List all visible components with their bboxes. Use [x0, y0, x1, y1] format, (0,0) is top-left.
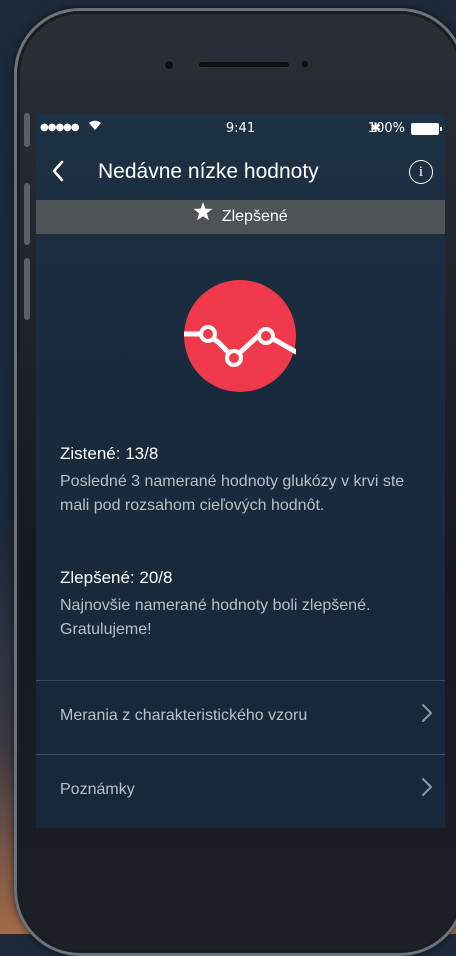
battery-icon — [411, 123, 442, 135]
detected-text: Posledné 3 namerané hodnoty glukózy v kr… — [60, 473, 405, 514]
navigation-bar: Nedávne nízke hodnoty i — [36, 154, 445, 194]
front-camera — [163, 59, 175, 71]
chevron-right-icon — [421, 703, 433, 729]
back-chevron-icon[interactable] — [50, 158, 66, 191]
improved-heading: Zlepšené: 20/8 — [60, 568, 173, 587]
trend-badge — [184, 280, 296, 392]
row-label: Poznámky — [60, 781, 135, 798]
earpiece-speaker — [199, 62, 289, 67]
mute-switch — [24, 113, 30, 147]
volume-down-button — [24, 258, 30, 320]
trend-line-icon — [184, 325, 296, 367]
app-screen: ●●●●● 9:41 ✱ 100% Nedávne nízke hodnoty … — [36, 114, 445, 828]
status-banner: Zlepšené — [36, 200, 445, 234]
improved-text: Najnovšie namerané hodnoty boli zlepšené… — [60, 597, 371, 638]
battery-percent: 100% — [367, 121, 405, 136]
banner-label: Zlepšené — [221, 208, 288, 226]
status-bar: ●●●●● 9:41 ✱ 100% — [36, 114, 445, 144]
detected-heading: Zistené: 13/8 — [60, 444, 159, 463]
page-title: Nedávne nízke hodnoty — [98, 160, 319, 183]
row-label: Merania z charakteristického vzoru — [60, 707, 308, 724]
chevron-right-icon — [421, 777, 433, 803]
pattern-measurements-row[interactable]: Merania z charakteristického vzoru — [36, 681, 445, 753]
info-icon[interactable]: i — [409, 160, 433, 184]
volume-up-button — [24, 183, 30, 245]
notes-row[interactable]: Poznámky — [36, 755, 445, 827]
proximity-sensor — [302, 61, 308, 67]
star-icon — [193, 200, 213, 234]
